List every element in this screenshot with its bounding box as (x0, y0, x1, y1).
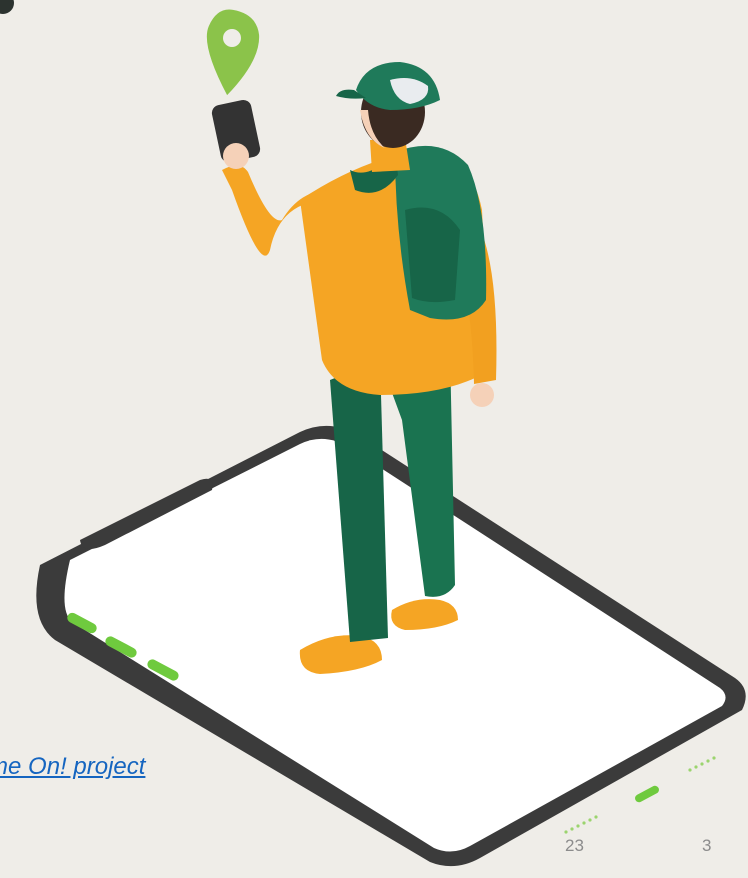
footer-date: 23 (565, 836, 584, 855)
right-hand (470, 383, 494, 407)
slide: Game On! project 23 3 (0, 0, 748, 878)
game-on-project-link[interactable]: Game On! project (0, 753, 145, 781)
large-phone-illustration (36, 425, 746, 867)
left-hand (223, 143, 249, 169)
person-with-phone-illustration (36, 9, 746, 867)
phone-port (635, 785, 659, 803)
page-number: 3 (702, 836, 712, 855)
backpack-pocket (405, 207, 460, 303)
location-pin-icon (206, 9, 260, 96)
